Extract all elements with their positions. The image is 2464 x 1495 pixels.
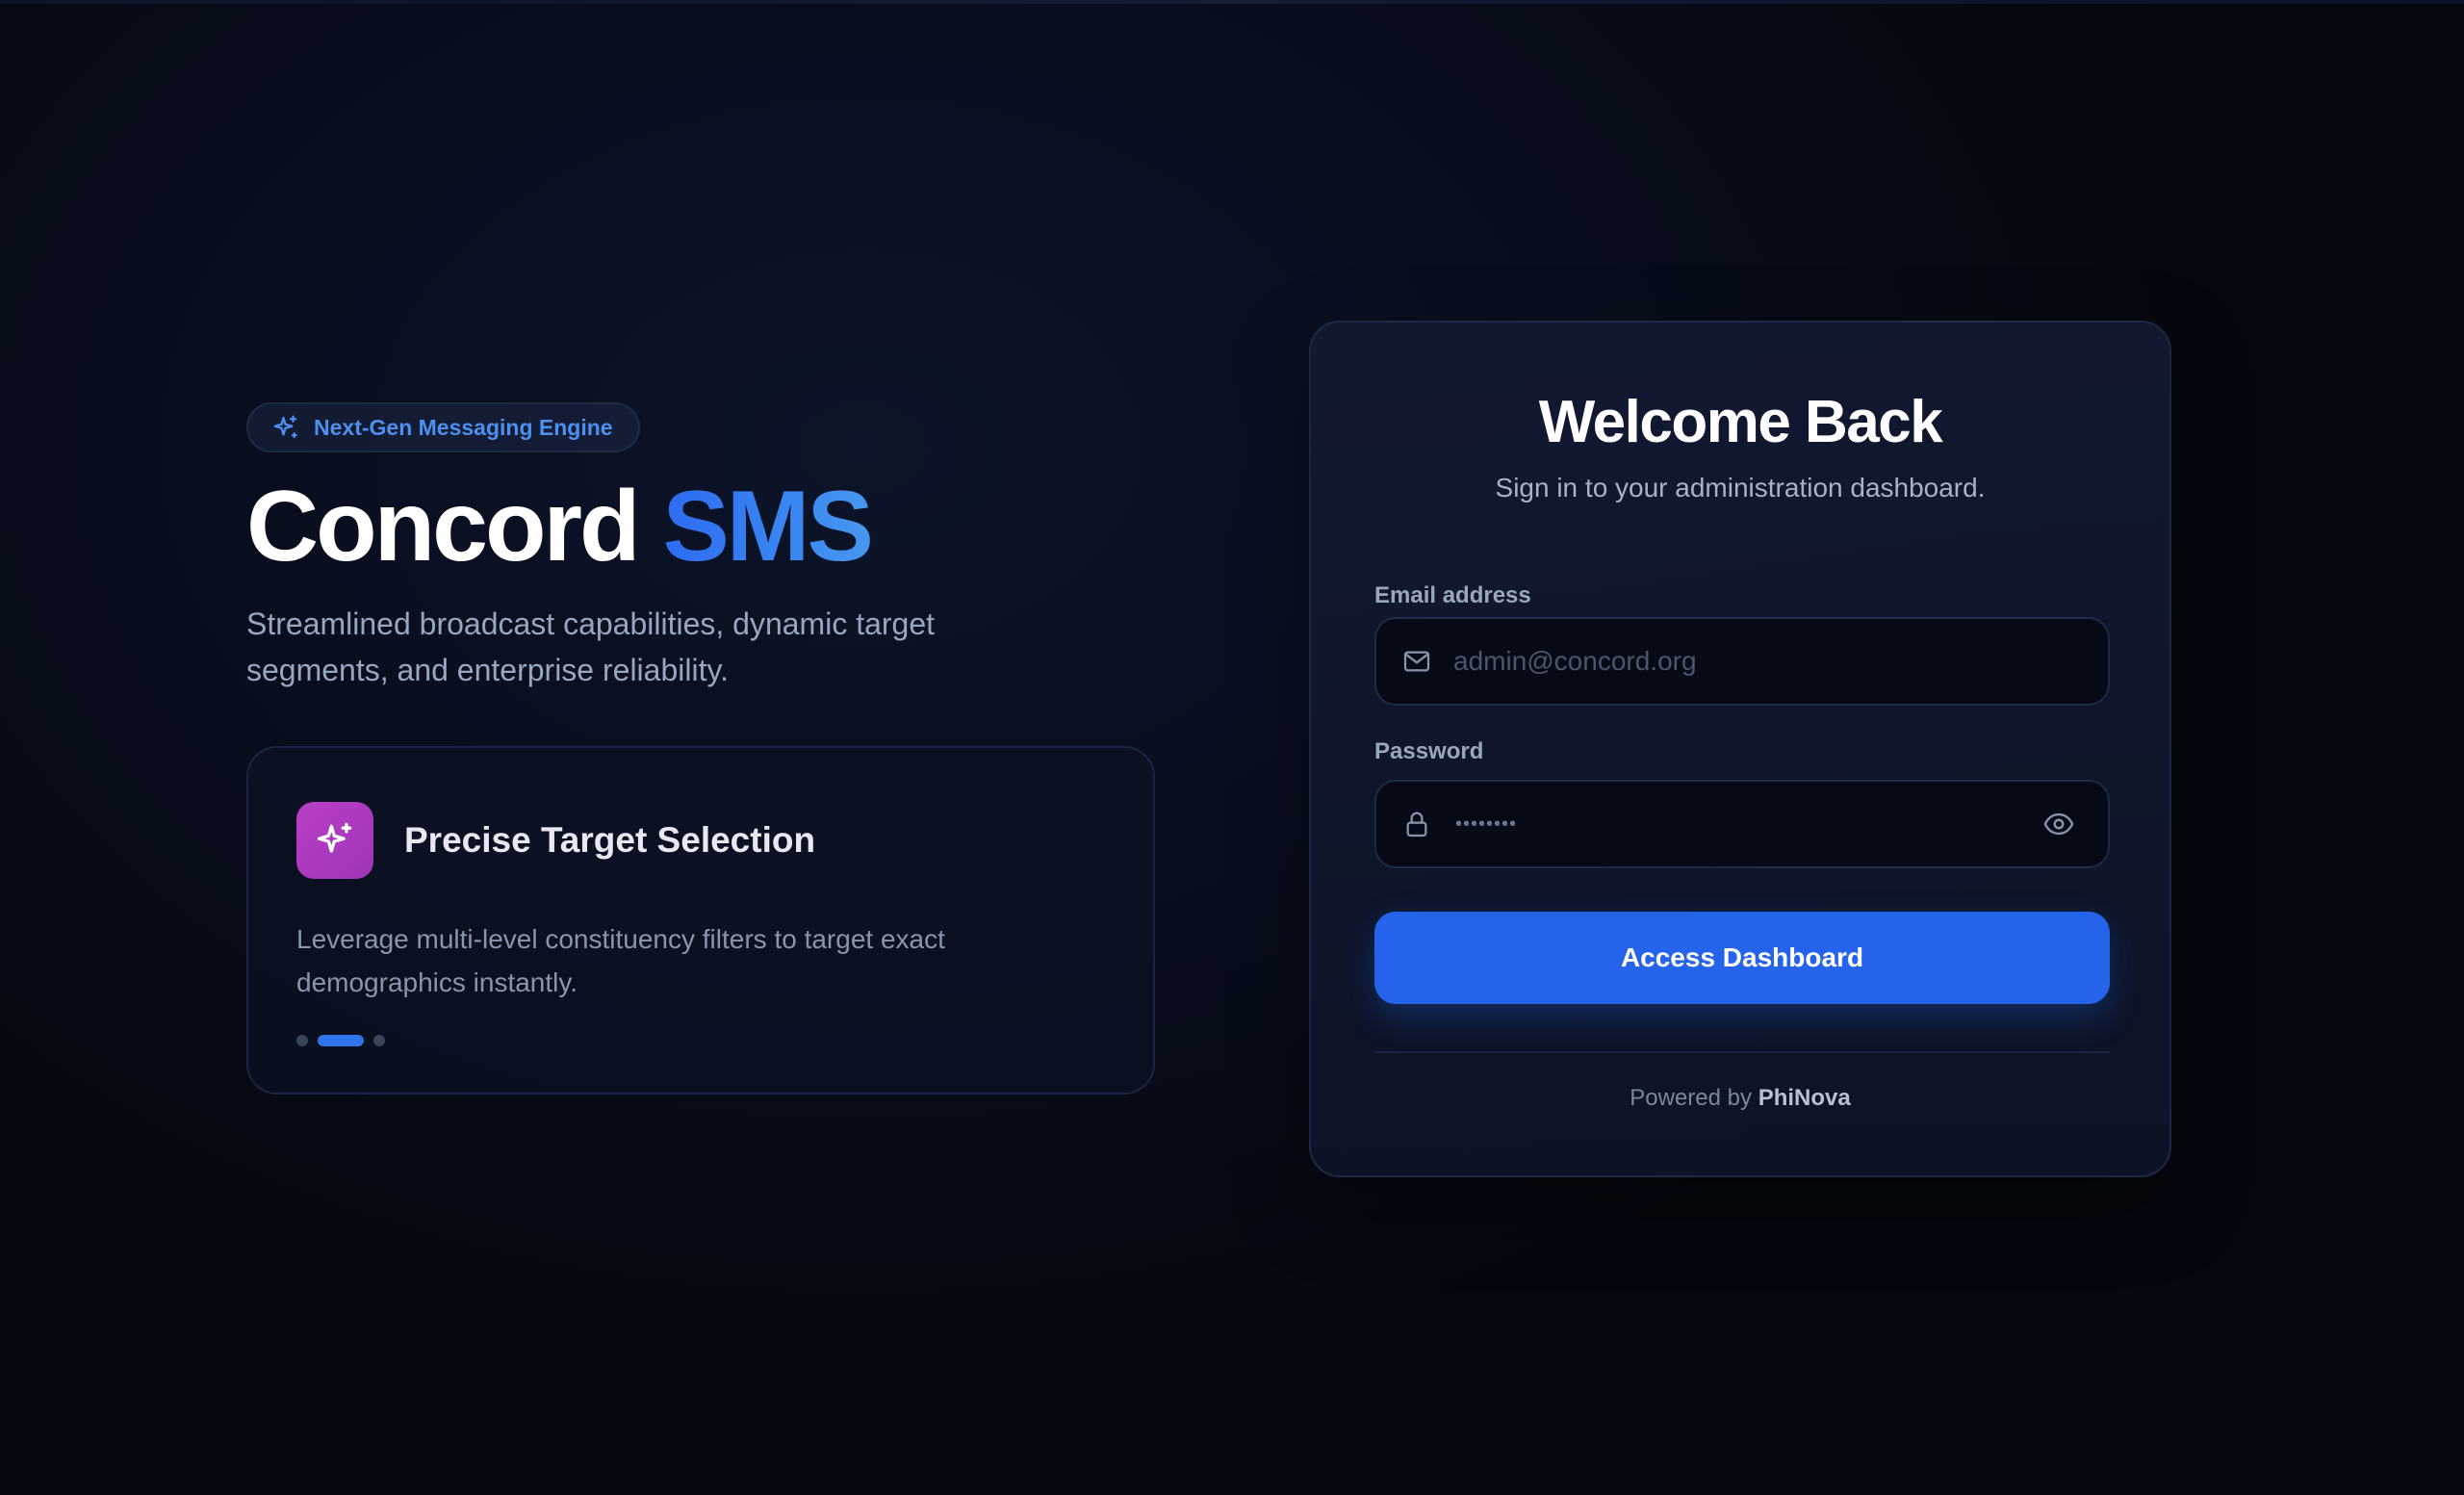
feature-card: Precise Target Selection Leverage multi-… [246, 746, 1155, 1095]
carousel-dot-active[interactable] [318, 1035, 364, 1046]
access-dashboard-button[interactable]: Access Dashboard [1374, 912, 2110, 1004]
lock-icon [1406, 812, 1427, 838]
feature-icon-tile [296, 802, 373, 879]
feature-title: Precise Target Selection [404, 820, 816, 860]
mail-icon [1403, 651, 1430, 672]
title-main: Concord [246, 471, 641, 582]
password-input[interactable]: •••••••• [1455, 813, 2042, 836]
login-subtitle: Sign in to your administration dashboard… [1495, 473, 1986, 503]
badge-label: Next-Gen Messaging Engine [314, 414, 613, 440]
email-label: Email address [1374, 582, 1531, 608]
eye-icon[interactable] [2042, 808, 2075, 840]
title-accent: SMS [662, 471, 873, 582]
feature-header: Precise Target Selection [296, 802, 1105, 879]
carousel-dot[interactable] [373, 1035, 385, 1046]
hero-section: Next-Gen Messaging Engine Concord SMS St… [246, 402, 1209, 693]
login-title: Welcome Back [1538, 389, 1943, 455]
powered-brand[interactable]: PhiNova [1758, 1085, 1851, 1111]
hero-subtitle: Streamlined broadcast capabilities, dyna… [246, 606, 936, 687]
powered-by: Powered by PhiNova [1311, 1085, 2169, 1112]
top-border [0, 0, 2464, 4]
email-field[interactable] [1374, 617, 2110, 706]
carousel-indicators [296, 1035, 385, 1046]
login-card: Welcome Back Sign in to your administrat… [1309, 321, 2171, 1177]
password-label: Password [1374, 738, 1484, 764]
carousel-dot[interactable] [296, 1035, 308, 1046]
feature-description: Leverage multi-level constituency filter… [296, 924, 945, 997]
password-field[interactable]: •••••••• [1374, 780, 2110, 868]
page-title: Concord SMS [246, 470, 1209, 585]
sparkles-icon [273, 415, 297, 439]
divider [1374, 1051, 2110, 1053]
sparkle-icon [317, 822, 352, 853]
feature-badge: Next-Gen Messaging Engine [246, 402, 640, 452]
email-input[interactable] [1453, 619, 2108, 704]
powered-prefix: Powered by [1630, 1085, 1753, 1111]
